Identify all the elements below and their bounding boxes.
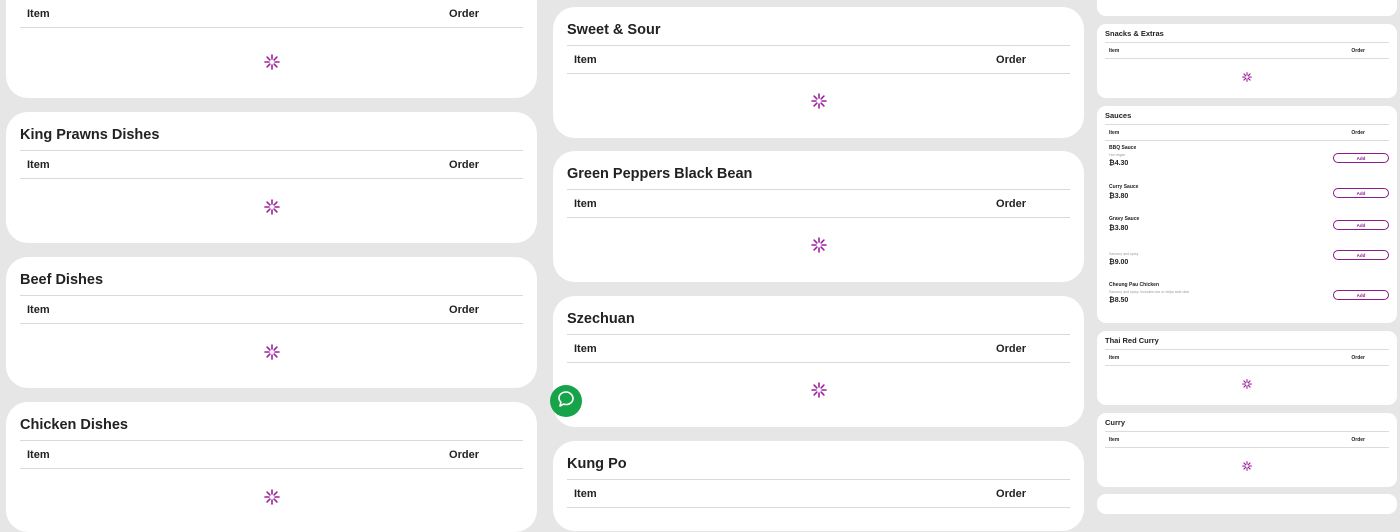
menu-section-card: Chicken Dishes Item Order bbox=[6, 402, 537, 532]
table-header: Item Order bbox=[567, 480, 1070, 508]
spinner-icon bbox=[810, 93, 827, 109]
menu-section-card: Item Order bbox=[6, 0, 537, 98]
item-column-header: Item bbox=[27, 7, 50, 20]
menu-item-row: Savoury and spicy ₿9.00 Add bbox=[1109, 250, 1389, 266]
table-header: Item Order bbox=[20, 151, 523, 179]
section-title: King Prawns Dishes bbox=[20, 120, 523, 151]
order-column-header: Order bbox=[449, 448, 479, 461]
left-column: Item Order King Prawns Dishes Item Order… bbox=[0, 0, 543, 532]
order-column-header: Order bbox=[1351, 354, 1365, 361]
table-header: Item Order bbox=[1105, 432, 1389, 448]
item-column-header: Item bbox=[27, 448, 50, 461]
add-button[interactable]: Add bbox=[1333, 188, 1389, 198]
section-title: Sauces bbox=[1105, 107, 1389, 125]
table-header: Item Order bbox=[567, 190, 1070, 218]
menu-item-row: Cheung Pau Chicken Savoury and spicy. In… bbox=[1109, 282, 1389, 304]
order-column-header: Order bbox=[449, 303, 479, 316]
table-header: Item Order bbox=[20, 441, 523, 469]
order-column-header: Order bbox=[996, 342, 1026, 355]
add-button[interactable]: Add bbox=[1333, 220, 1389, 230]
spinner-icon bbox=[263, 489, 280, 505]
menu-section-card bbox=[1097, 494, 1397, 514]
menu-section-card: Sauces Item Order BBQ Sauce Hot vegan ₿4… bbox=[1097, 106, 1397, 323]
item-column-header: Item bbox=[1109, 47, 1120, 54]
item-column-header: Item bbox=[1109, 354, 1120, 361]
item-name: Cheung Pau Chicken bbox=[1109, 282, 1160, 288]
order-column-header: Order bbox=[996, 197, 1026, 210]
table-header: Item Order bbox=[20, 0, 523, 28]
chat-button[interactable] bbox=[550, 385, 582, 417]
add-button[interactable]: Add bbox=[1333, 153, 1389, 163]
order-column-header: Order bbox=[1351, 436, 1365, 443]
right-column: Snacks & Extras Item Order Sauces Item O… bbox=[1093, 0, 1400, 514]
table-header: Item Order bbox=[1105, 125, 1389, 141]
menu-item-row: Gravy Sauce ₿3.80 Add bbox=[1109, 216, 1389, 232]
menu-item-row: Curry Sauce ₿3.80 Add bbox=[1109, 184, 1389, 200]
menu-section-card: Szechuan Item Order bbox=[553, 296, 1084, 427]
table-header: Item Order bbox=[1105, 43, 1389, 59]
order-column-header: Order bbox=[1351, 129, 1365, 136]
table-header: Item Order bbox=[567, 335, 1070, 363]
order-column-header: Order bbox=[449, 7, 479, 20]
item-column-header: Item bbox=[1109, 129, 1120, 136]
order-column-header: Order bbox=[1351, 47, 1365, 54]
menu-section-card: Curry Item Order bbox=[1097, 413, 1397, 487]
order-column-header: Order bbox=[996, 487, 1026, 500]
section-title: Sweet & Sour bbox=[567, 15, 1070, 46]
spinner-icon bbox=[263, 344, 280, 360]
spinner-icon bbox=[1242, 72, 1252, 82]
table-header: Item Order bbox=[20, 296, 523, 324]
menu-section-card: Snacks & Extras Item Order bbox=[1097, 24, 1397, 98]
table-header: Item Order bbox=[1105, 350, 1389, 366]
item-column-header: Item bbox=[574, 342, 597, 355]
section-title: Beef Dishes bbox=[20, 265, 523, 296]
menu-section-card: Green Peppers Black Bean Item Order bbox=[553, 151, 1084, 282]
order-column-header: Order bbox=[996, 53, 1026, 66]
section-title: Thai Red Curry bbox=[1105, 332, 1389, 350]
menu-section-card: Sweet & Sour Item Order bbox=[553, 7, 1084, 138]
menu-section-card: Kung Po Item Order bbox=[553, 441, 1084, 531]
item-column-header: Item bbox=[27, 303, 50, 316]
section-title: Szechuan bbox=[567, 304, 1070, 335]
spinner-icon bbox=[1242, 461, 1252, 471]
spinner-icon bbox=[263, 199, 280, 215]
spinner-icon bbox=[810, 382, 827, 398]
chat-icon bbox=[556, 389, 576, 414]
middle-column: Sweet & Sour Item Order Green Peppers Bl… bbox=[547, 0, 1090, 531]
section-title: Snacks & Extras bbox=[1105, 25, 1389, 43]
section-title: Green Peppers Black Bean bbox=[567, 159, 1070, 190]
section-title: Chicken Dishes bbox=[20, 410, 523, 441]
item-column-header: Item bbox=[574, 197, 597, 210]
spinner-icon bbox=[810, 237, 827, 253]
add-button[interactable]: Add bbox=[1333, 290, 1389, 300]
menu-section-card: Beef Dishes Item Order bbox=[6, 257, 537, 388]
order-column-header: Order bbox=[449, 158, 479, 171]
item-column-header: Item bbox=[27, 158, 50, 171]
menu-section-card: Thai Red Curry Item Order bbox=[1097, 331, 1397, 405]
table-header: Item Order bbox=[567, 46, 1070, 74]
item-column-header: Item bbox=[574, 487, 597, 500]
item-name: BBQ Sauce bbox=[1109, 145, 1137, 151]
spinner-icon bbox=[1242, 379, 1252, 389]
menu-section-card: King Prawns Dishes Item Order bbox=[6, 112, 537, 243]
add-button[interactable]: Add bbox=[1333, 250, 1389, 260]
menu-item-row: BBQ Sauce Hot vegan ₿4.30 Add bbox=[1109, 145, 1389, 167]
item-column-header: Item bbox=[1109, 436, 1120, 443]
section-title: Curry bbox=[1105, 414, 1389, 432]
item-column-header: Item bbox=[574, 53, 597, 66]
menu-section-card bbox=[1097, 0, 1397, 16]
spinner-icon bbox=[263, 54, 280, 70]
section-title: Kung Po bbox=[567, 449, 1070, 480]
item-price: ₿9.00 bbox=[1109, 259, 1129, 266]
